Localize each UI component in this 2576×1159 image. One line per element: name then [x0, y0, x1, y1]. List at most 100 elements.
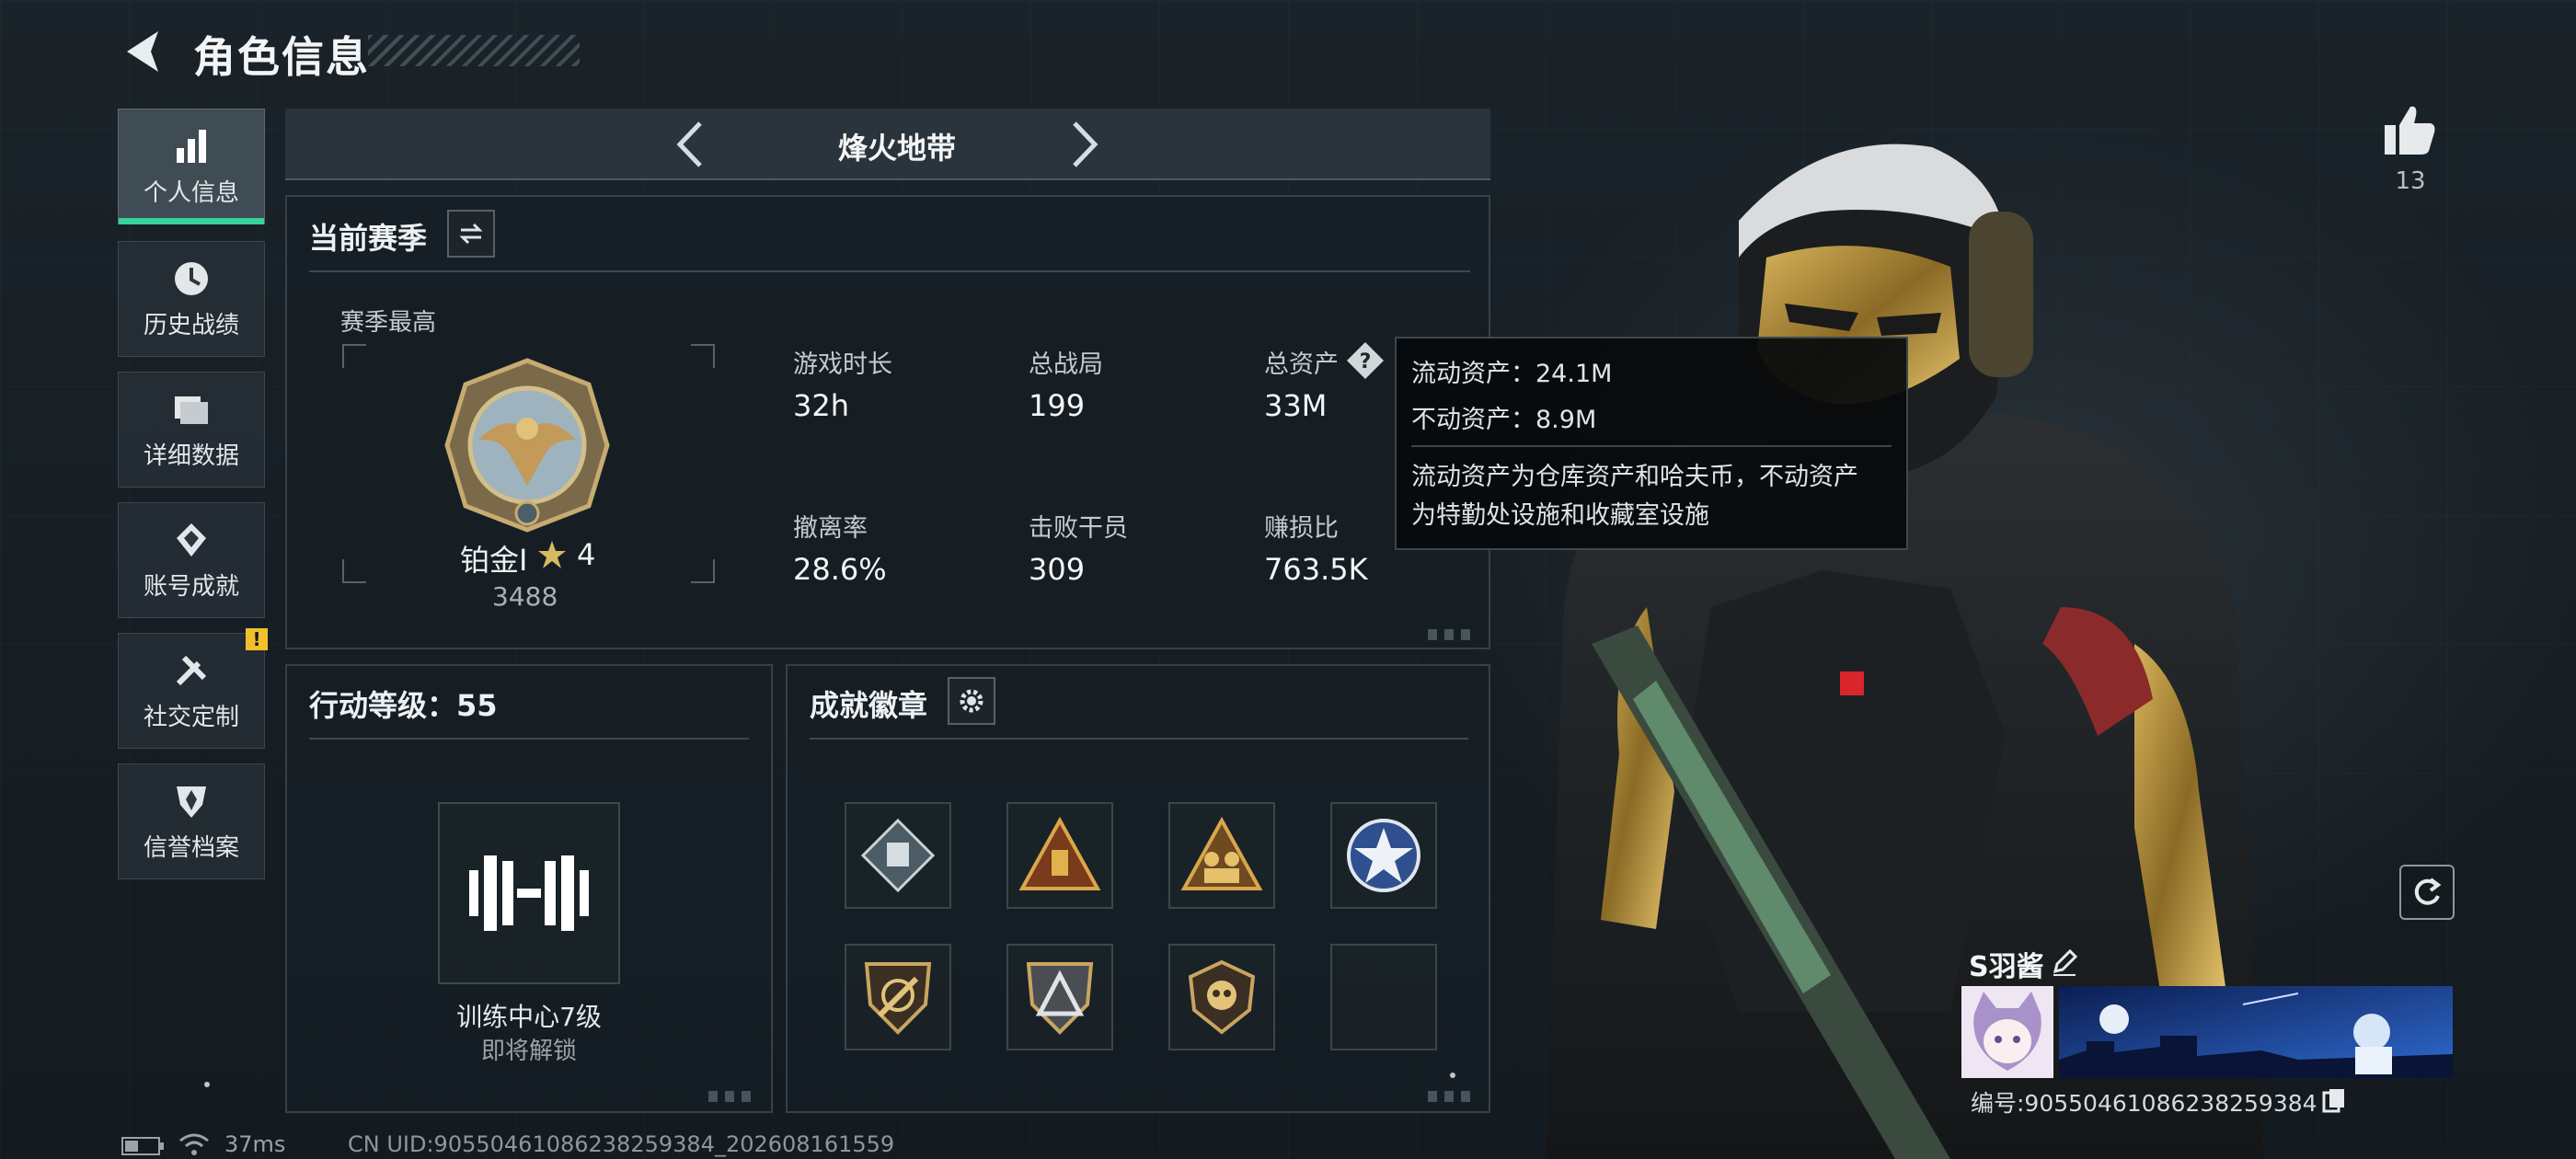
badges-title: 成就徽章	[810, 688, 928, 723]
help-icon[interactable]: ?	[1345, 340, 1386, 381]
level-title: 行动等级：55	[309, 688, 498, 723]
stat-value: 199	[1029, 388, 1086, 423]
ping-value: 37ms	[224, 1131, 286, 1157]
training-center-status: 即将解锁	[480, 1038, 577, 1065]
season-best-label: 赛季最高	[340, 309, 437, 337]
dumbbell-icon	[469, 855, 589, 931]
like-count: 13	[2395, 167, 2426, 195]
badge-slot-empty[interactable]	[1330, 944, 1437, 1050]
badge-settings-button[interactable]	[948, 677, 995, 725]
chevron-left-icon[interactable]	[667, 120, 717, 169]
sidebar-item-label: 详细数据	[143, 442, 239, 470]
badge-slot[interactable]	[845, 802, 951, 909]
stat-label: 总资产	[1264, 350, 1339, 379]
switch-season-button[interactable]	[447, 210, 495, 258]
divider	[309, 270, 1470, 272]
shield-icon	[177, 786, 206, 818]
divider	[810, 738, 1468, 740]
tooltip-divider	[1411, 445, 1892, 447]
stat-value: 309	[1029, 552, 1086, 587]
thumbs-up-icon[interactable]	[2381, 101, 2438, 158]
tools-icon	[176, 655, 207, 685]
folder-icon	[175, 396, 208, 424]
sidebar-item-social-custom[interactable]: 社交定制 !	[118, 628, 268, 749]
title-decoration	[368, 35, 580, 66]
battery-icon	[121, 1137, 164, 1155]
stat-label: 总战局	[1029, 350, 1103, 379]
pencil-icon[interactable]	[2050, 947, 2079, 977]
crossed-shield-badge-icon	[864, 962, 932, 1035]
back-arrow-icon[interactable]	[118, 26, 169, 77]
mode-label: 烽火地带	[837, 131, 956, 166]
corner-decoration	[708, 1091, 758, 1102]
player-id: 编号:9055046108623825938​4	[1971, 1090, 2317, 1117]
sidebar-item-achievements[interactable]: 账号成就	[118, 502, 265, 618]
badge-slot[interactable]	[845, 944, 951, 1050]
svg-text:?: ?	[1360, 350, 1372, 373]
star-icon	[538, 541, 566, 568]
sidebar-item-label: 账号成就	[143, 572, 239, 601]
star-emblem-badge-icon	[1347, 819, 1420, 892]
gold-triangle-badge-icon	[1018, 817, 1101, 890]
stat-value: 763.5K	[1264, 552, 1368, 587]
badge-slot[interactable]	[1006, 802, 1113, 909]
copy-icon[interactable]	[2320, 1085, 2348, 1113]
badge-slot[interactable]	[1168, 944, 1275, 1050]
badge-slot[interactable]	[1006, 944, 1113, 1050]
refresh-icon	[2414, 878, 2442, 905]
warning-badge: !	[246, 628, 268, 650]
triangle-badge-icon	[1026, 962, 1094, 1035]
badge-slot[interactable]	[1168, 802, 1275, 909]
diamond-badge-icon	[860, 818, 936, 893]
sidebar-item-label: 个人信息	[143, 178, 239, 207]
stat-label: 撤离率	[793, 514, 868, 543]
history-icon	[175, 261, 208, 295]
profile-banner	[2059, 986, 2453, 1078]
training-center-slot[interactable]	[438, 802, 620, 984]
assets-tooltip: 流动资产：24.1M 不动资产：8.9M 流动资产为仓库资产和哈夫币，不动资产 …	[1395, 337, 1908, 550]
sidebar-item-detailed-data[interactable]: 详细数据	[118, 372, 265, 488]
tooltip-description: 流动资产为仓库资产和哈夫币，不动资产	[1411, 463, 1858, 491]
sidebar-item-personal-info[interactable]: 个人信息	[118, 109, 265, 224]
rank-name: 铂金Ⅰ	[460, 543, 528, 578]
wifi-icon	[179, 1133, 209, 1155]
stat-value: 32h	[793, 388, 849, 423]
sidebar-item-label: 历史战绩	[143, 311, 239, 339]
rank-score: 3488	[492, 581, 558, 612]
squad-badge-icon	[1180, 817, 1263, 890]
training-center-name: 训练中心7级	[456, 1002, 602, 1032]
stat-label: 游戏时长	[793, 350, 892, 379]
swap-icon	[459, 223, 483, 245]
season-title: 当前赛季	[309, 221, 428, 256]
gear-icon	[960, 689, 983, 713]
uid-text: CN UID:9055046108623825938​4_20260816155…	[348, 1131, 895, 1157]
rank-emblem-icon	[444, 358, 610, 533]
divider	[309, 738, 749, 740]
chevron-right-icon[interactable]	[1058, 120, 1108, 169]
mode-selector: 烽火地带	[285, 109, 1490, 180]
sidebar-item-label: 信誉档案	[143, 833, 239, 862]
skull-badge-icon	[1188, 959, 1256, 1035]
decoration-dot	[1450, 1073, 1455, 1078]
stat-value: 28.6%	[793, 552, 887, 587]
sidebar-item-history[interactable]: 历史战绩	[118, 241, 265, 357]
tooltip-description: 为特勤处设施和收藏室设施	[1411, 501, 1709, 530]
tooltip-fixed-assets: 不动资产：8.9M	[1411, 406, 1597, 434]
corner-decoration	[1428, 629, 1478, 640]
page-title: 角色信息	[193, 32, 370, 82]
player-nickname: S羽酱	[1969, 951, 2044, 983]
stat-value: 33M	[1264, 388, 1328, 423]
refresh-button[interactable]	[2399, 865, 2455, 920]
rank-stars: 4	[577, 537, 596, 572]
tooltip-liquid-assets: 流动资产：24.1M	[1411, 360, 1613, 388]
achievement-icon	[177, 522, 206, 557]
avatar[interactable]	[1961, 986, 2053, 1078]
corner-decoration	[1428, 1091, 1478, 1102]
badge-slot[interactable]	[1330, 802, 1437, 909]
stat-label: 击败干员	[1029, 514, 1128, 543]
sidebar-item-label: 社交定制	[143, 703, 239, 731]
decoration-dot	[204, 1082, 210, 1087]
stat-label: 赚损比	[1264, 514, 1339, 543]
bar-chart-icon	[177, 129, 206, 163]
sidebar-item-reputation[interactable]: 信誉档案	[118, 763, 265, 879]
